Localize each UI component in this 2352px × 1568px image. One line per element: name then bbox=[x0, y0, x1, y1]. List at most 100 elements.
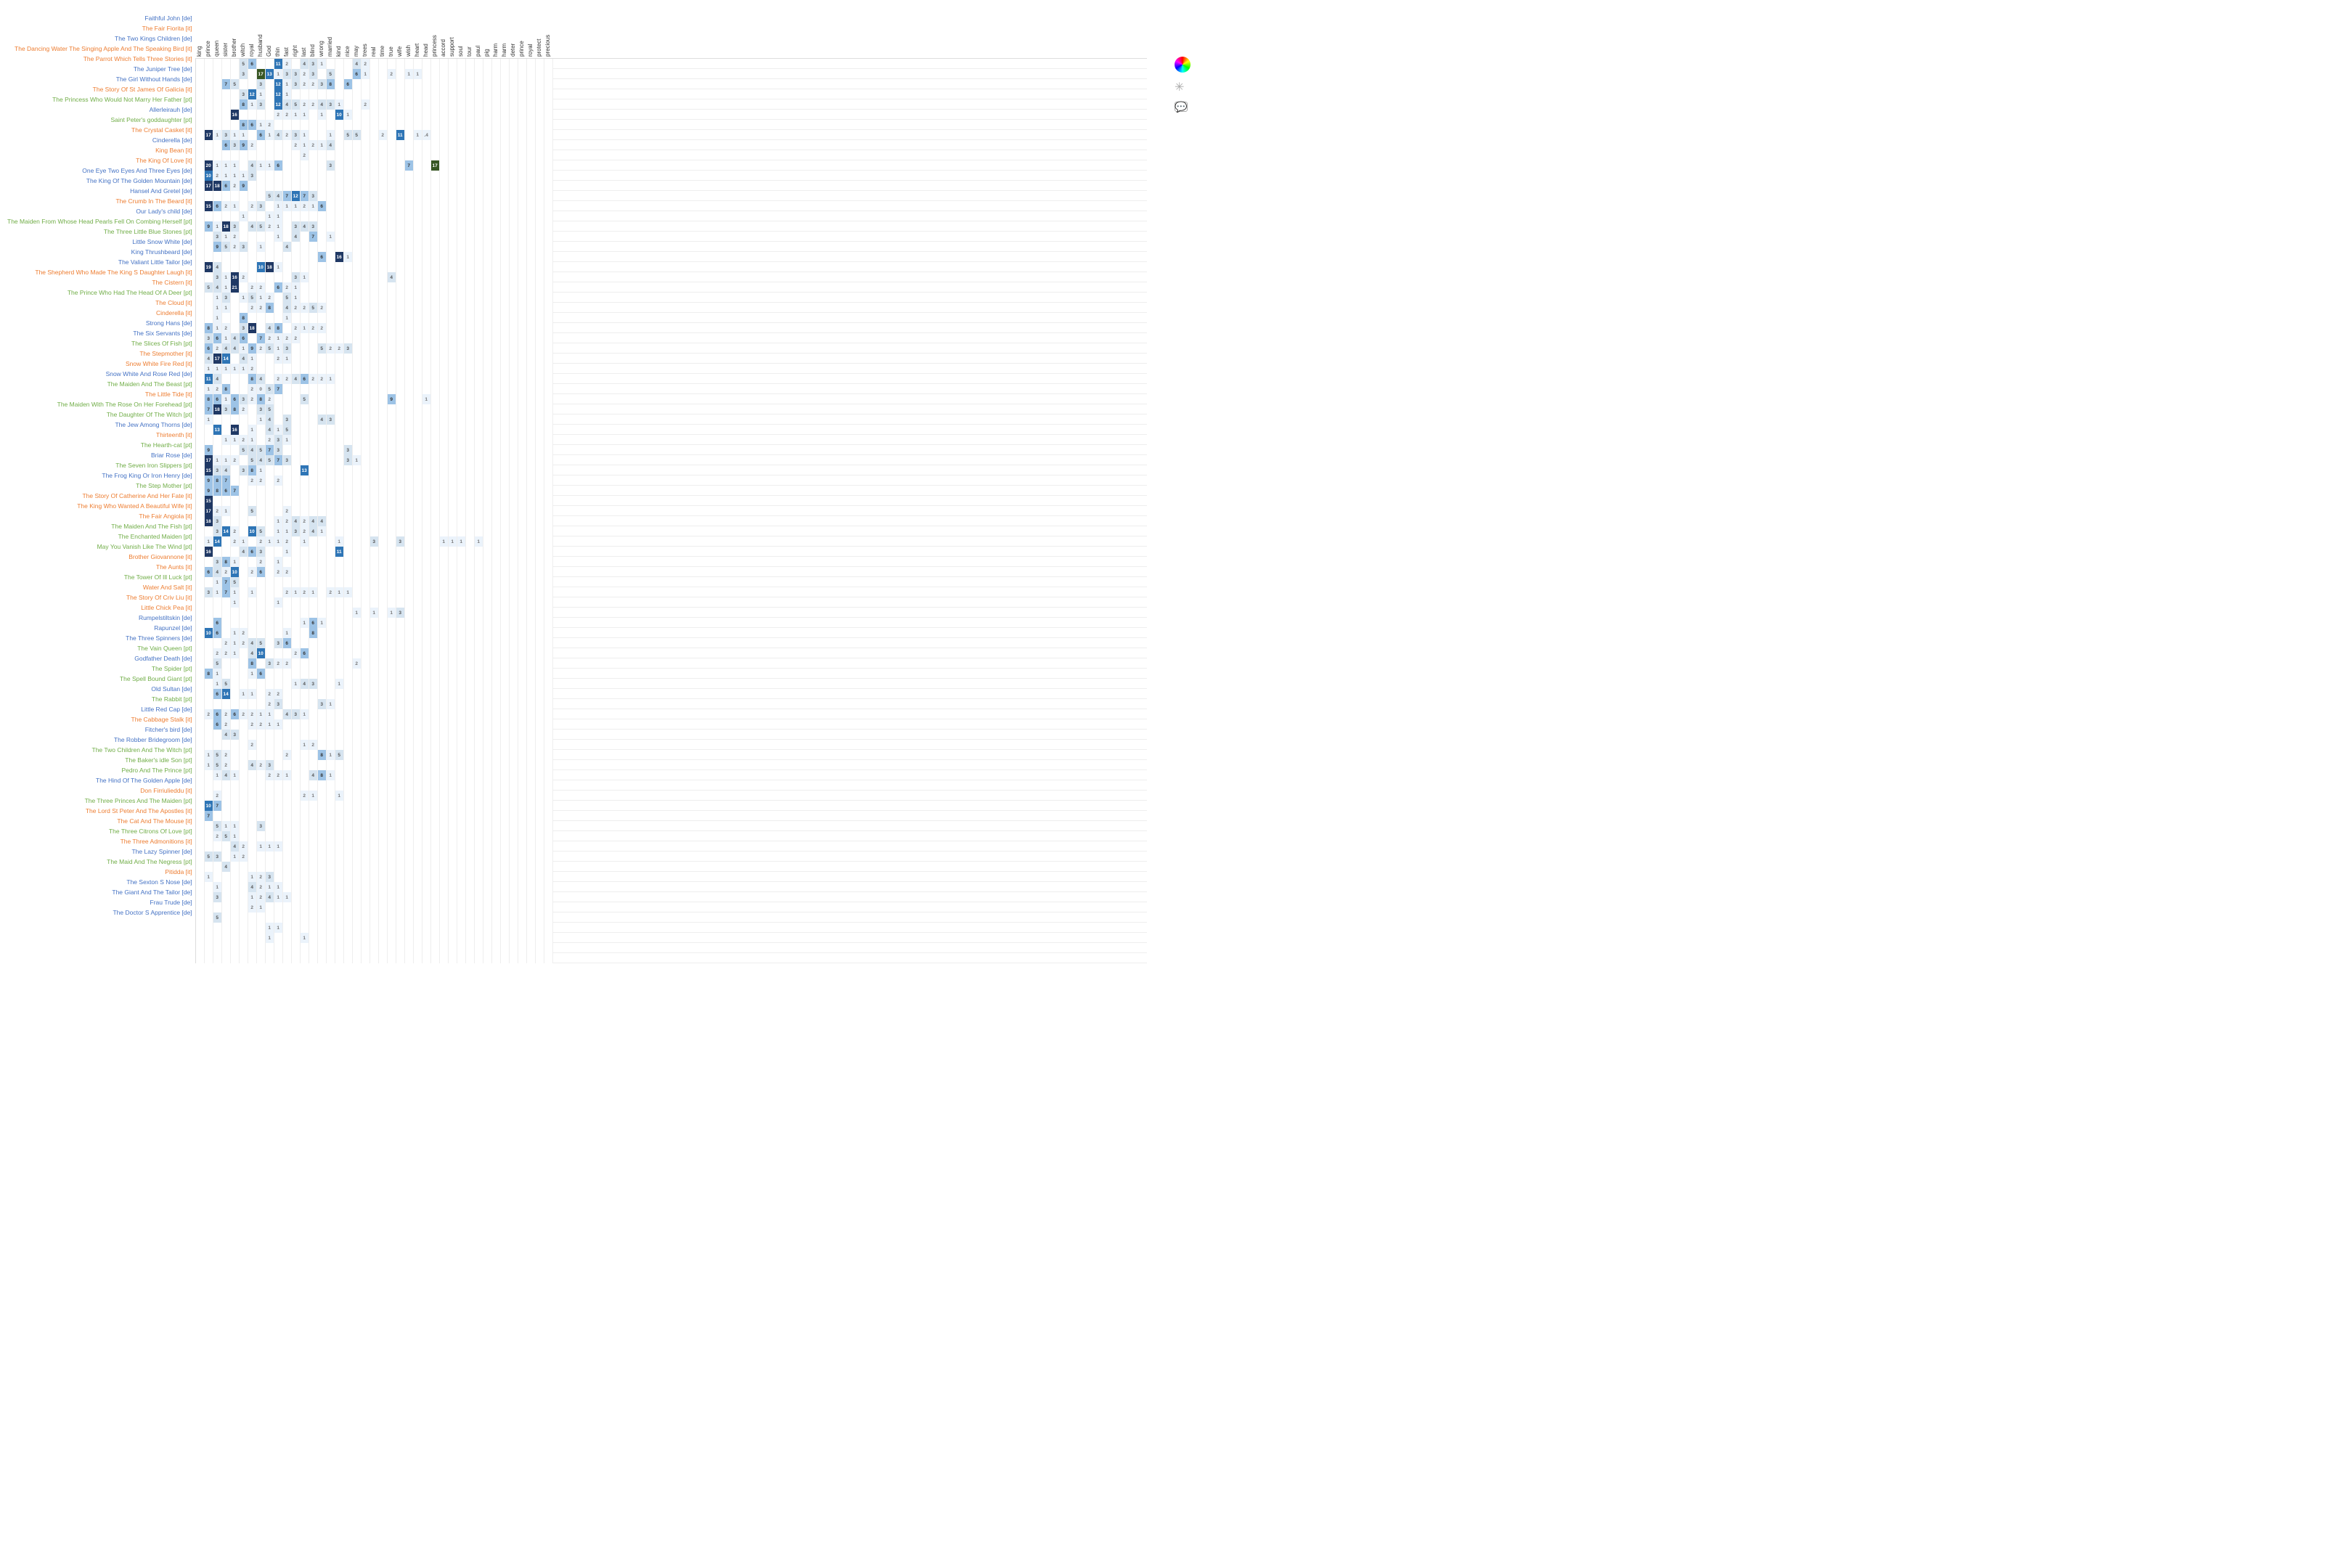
cell-59-36[interactable] bbox=[510, 658, 518, 669]
cell-10-15[interactable]: 3 bbox=[327, 160, 335, 171]
cell-58-27[interactable] bbox=[431, 648, 440, 658]
cell-61-26[interactable] bbox=[422, 679, 431, 689]
cell-47-22[interactable] bbox=[388, 536, 396, 547]
cell-41-31[interactable] bbox=[466, 475, 475, 486]
cell-8-40[interactable] bbox=[544, 140, 553, 150]
cell-77-28[interactable] bbox=[440, 841, 449, 852]
cell-77-9[interactable]: 1 bbox=[274, 841, 283, 852]
cell-5-20[interactable] bbox=[370, 110, 379, 120]
cell-7-13[interactable] bbox=[309, 130, 318, 140]
cell-42-37[interactable] bbox=[518, 486, 527, 496]
cell-85-18[interactable] bbox=[353, 923, 362, 933]
cell-76-12[interactable] bbox=[301, 831, 309, 841]
cell-41-18[interactable] bbox=[353, 475, 362, 486]
cell-76-14[interactable] bbox=[318, 831, 327, 841]
cell-67-28[interactable] bbox=[440, 740, 449, 750]
cell-44-38[interactable] bbox=[527, 506, 536, 516]
cell-41-39[interactable] bbox=[536, 475, 544, 486]
cell-32-9[interactable]: 7 bbox=[274, 384, 283, 394]
cell-76-28[interactable] bbox=[440, 831, 449, 841]
cell-39-16[interactable] bbox=[335, 455, 344, 465]
cell-37-3[interactable]: 1 bbox=[222, 435, 231, 445]
cell-87-26[interactable] bbox=[422, 943, 431, 953]
cell-50-19[interactable] bbox=[362, 567, 370, 577]
cell-46-32[interactable] bbox=[475, 526, 483, 536]
cell-83-34[interactable] bbox=[492, 902, 501, 912]
cell-41-30[interactable] bbox=[457, 475, 466, 486]
cell-83-36[interactable] bbox=[510, 902, 518, 912]
cell-75-25[interactable] bbox=[414, 821, 422, 831]
cell-61-14[interactable] bbox=[318, 679, 327, 689]
cell-83-26[interactable] bbox=[422, 902, 431, 912]
cell-53-23[interactable] bbox=[396, 597, 405, 608]
cell-79-31[interactable] bbox=[466, 862, 475, 872]
cell-87-7[interactable] bbox=[257, 943, 266, 953]
cell-66-0[interactable] bbox=[196, 730, 205, 740]
cell-57-40[interactable] bbox=[544, 638, 553, 648]
cell-69-11[interactable] bbox=[292, 760, 301, 770]
cell-59-25[interactable] bbox=[414, 658, 422, 669]
cell-75-39[interactable] bbox=[536, 821, 544, 831]
cell-42-19[interactable] bbox=[362, 486, 370, 496]
cell-4-20[interactable] bbox=[370, 99, 379, 110]
cell-26-16[interactable] bbox=[335, 323, 344, 333]
cell-37-18[interactable] bbox=[353, 435, 362, 445]
cell-17-38[interactable] bbox=[527, 232, 536, 242]
cell-72-15[interactable] bbox=[327, 791, 335, 801]
cell-25-7[interactable] bbox=[257, 313, 266, 323]
cell-77-5[interactable]: 2 bbox=[240, 841, 248, 852]
cell-73-27[interactable] bbox=[431, 801, 440, 811]
cell-50-32[interactable] bbox=[475, 567, 483, 577]
cell-20-35[interactable] bbox=[501, 262, 510, 272]
cell-30-27[interactable] bbox=[431, 364, 440, 374]
cell-46-0[interactable] bbox=[196, 526, 205, 536]
cell-38-22[interactable] bbox=[388, 445, 396, 455]
cell-2-39[interactable] bbox=[536, 79, 544, 89]
cell-53-26[interactable] bbox=[422, 597, 431, 608]
cell-66-37[interactable] bbox=[518, 730, 527, 740]
cell-59-14[interactable] bbox=[318, 658, 327, 669]
cell-47-33[interactable] bbox=[483, 536, 492, 547]
cell-88-10[interactable] bbox=[283, 953, 292, 963]
cell-18-40[interactable] bbox=[544, 242, 553, 252]
cell-38-18[interactable] bbox=[353, 445, 362, 455]
cell-53-6[interactable] bbox=[248, 597, 257, 608]
cell-11-34[interactable] bbox=[492, 171, 501, 181]
cell-30-17[interactable] bbox=[344, 364, 353, 374]
cell-48-40[interactable] bbox=[544, 547, 553, 557]
cell-66-11[interactable] bbox=[292, 730, 301, 740]
cell-17-11[interactable]: 4 bbox=[292, 232, 301, 242]
cell-80-34[interactable] bbox=[492, 872, 501, 882]
cell-48-12[interactable] bbox=[301, 547, 309, 557]
cell-63-10[interactable] bbox=[283, 699, 292, 709]
cell-40-19[interactable] bbox=[362, 465, 370, 475]
cell-19-6[interactable] bbox=[248, 252, 257, 262]
cell-25-25[interactable] bbox=[414, 313, 422, 323]
cell-38-16[interactable] bbox=[335, 445, 344, 455]
cell-52-18[interactable] bbox=[353, 587, 362, 597]
cell-15-36[interactable] bbox=[510, 211, 518, 221]
cell-3-22[interactable] bbox=[388, 89, 396, 99]
cell-55-30[interactable] bbox=[457, 618, 466, 628]
cell-67-40[interactable] bbox=[544, 740, 553, 750]
cell-12-19[interactable] bbox=[362, 181, 370, 191]
cell-19-39[interactable] bbox=[536, 252, 544, 262]
cell-71-6[interactable] bbox=[248, 780, 257, 791]
cell-36-34[interactable] bbox=[492, 425, 501, 435]
cell-60-18[interactable] bbox=[353, 669, 362, 679]
cell-52-33[interactable] bbox=[483, 587, 492, 597]
cell-12-4[interactable]: 2 bbox=[231, 181, 240, 191]
cell-39-2[interactable]: 1 bbox=[213, 455, 222, 465]
cell-25-15[interactable] bbox=[327, 313, 335, 323]
cell-57-30[interactable] bbox=[457, 638, 466, 648]
cell-35-13[interactable] bbox=[309, 415, 318, 425]
cell-4-14[interactable]: 4 bbox=[318, 99, 327, 110]
cell-85-10[interactable] bbox=[283, 923, 292, 933]
cell-72-14[interactable] bbox=[318, 791, 327, 801]
cell-34-29[interactable] bbox=[449, 404, 457, 415]
cell-29-32[interactable] bbox=[475, 354, 483, 364]
cell-76-26[interactable] bbox=[422, 831, 431, 841]
cell-6-20[interactable] bbox=[370, 120, 379, 130]
cell-71-25[interactable] bbox=[414, 780, 422, 791]
cell-59-6[interactable]: 8 bbox=[248, 658, 257, 669]
